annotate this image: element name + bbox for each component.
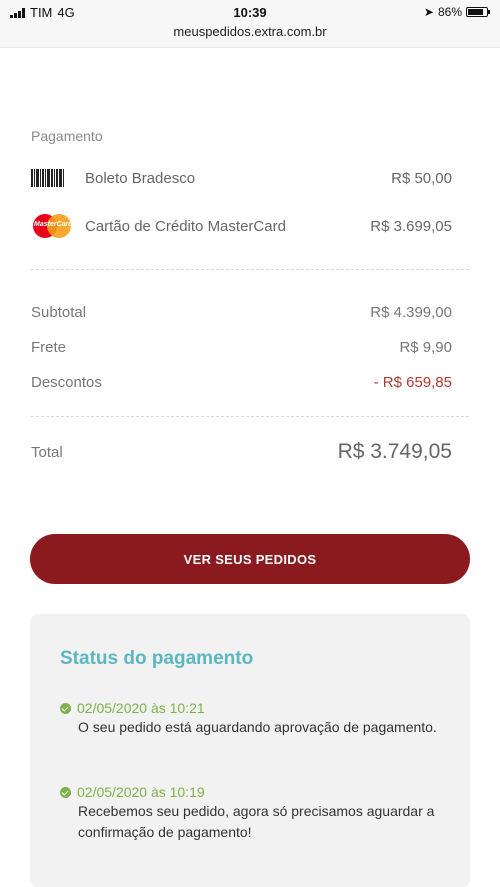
- check-circle-icon: [60, 786, 71, 798]
- payment-method-value: R$ 50,00: [391, 169, 452, 187]
- location-arrow-icon: ➤: [423, 5, 434, 19]
- url-bar[interactable]: meuspedidos.extra.com.br: [0, 24, 500, 39]
- subtotal-row: Subtotal R$ 4.399,00: [31, 304, 452, 321]
- check-circle-icon: [60, 702, 71, 714]
- mastercard-icon: MasterCard: [31, 213, 73, 239]
- status-event-text: Recebemos seu pedido, agora só precisamo…: [78, 803, 435, 840]
- frete-value: R$ 9,90: [399, 339, 452, 356]
- status-event: 02/05/2020 às 10:21 O seu pedido está ag…: [60, 700, 440, 738]
- frete-label: Frete: [31, 339, 67, 356]
- frete-row: Frete R$ 9,90: [31, 339, 452, 356]
- subtotal-value: R$ 4.399,00: [370, 304, 452, 321]
- status-bar: TIM 4G 10:39 ➤ 86% meuspedidos.extra.com…: [0, 0, 500, 48]
- payment-section-label: Pagamento: [31, 128, 103, 144]
- battery-icon: [466, 7, 490, 17]
- mastercard-logo-text: MasterCard: [34, 221, 73, 228]
- payment-status-card: Status do pagamento 02/05/2020 às 10:21 …: [30, 614, 470, 887]
- total-row: Total R$ 3.749,05: [31, 440, 452, 464]
- status-event-date: 02/05/2020 às 10:19: [77, 784, 205, 800]
- status-event-date: 02/05/2020 às 10:21: [77, 700, 205, 716]
- status-title: Status do pagamento: [60, 648, 254, 669]
- payment-method-mastercard: MasterCard Cartão de Crédito MasterCard …: [31, 211, 452, 241]
- subtotal-label: Subtotal: [31, 304, 87, 321]
- ver-seus-pedidos-button[interactable]: VER SEUS PEDIDOS: [30, 534, 470, 584]
- divider: [31, 416, 469, 417]
- status-event-text: O seu pedido está aguardando aprovação d…: [78, 719, 437, 735]
- descontos-row: Descontos - R$ 659,85: [31, 374, 452, 391]
- barcode-icon: [31, 169, 64, 187]
- divider: [31, 269, 469, 270]
- total-value: R$ 3.749,05: [337, 440, 452, 463]
- payment-method-boleto: Boleto Bradesco R$ 50,00: [31, 163, 452, 193]
- status-event: 02/05/2020 às 10:19 Recebemos seu pedido…: [60, 784, 440, 843]
- battery-percent: 86%: [437, 5, 462, 19]
- status-right: ➤ 86%: [423, 5, 490, 19]
- payment-method-name: Cartão de Crédito MasterCard: [85, 217, 286, 235]
- payment-method-value: R$ 3.699,05: [370, 217, 452, 235]
- descontos-value: - R$ 659,85: [373, 374, 452, 391]
- total-label: Total: [31, 443, 63, 461]
- payment-method-name: Boleto Bradesco: [85, 169, 196, 187]
- descontos-label: Descontos: [31, 374, 102, 391]
